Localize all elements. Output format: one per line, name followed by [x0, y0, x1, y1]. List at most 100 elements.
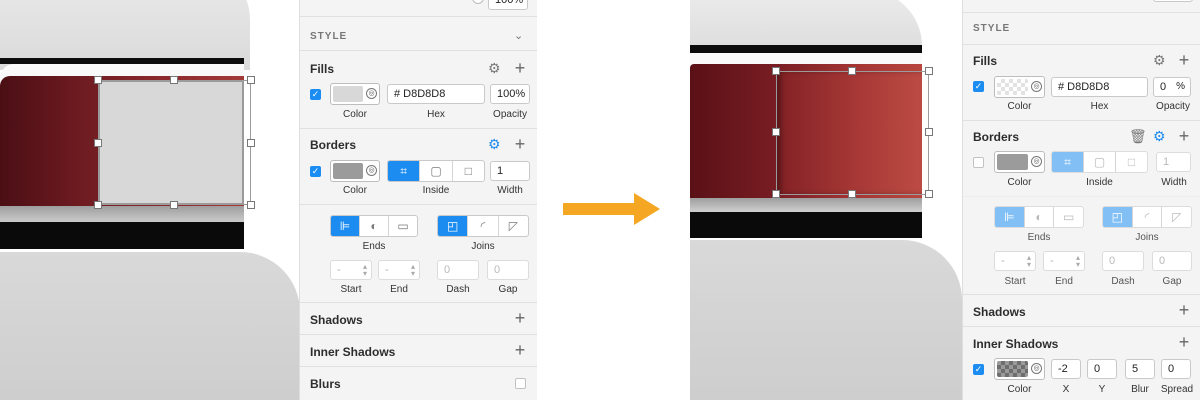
resize-handle[interactable] [925, 67, 933, 75]
blurs-title: Blurs [310, 377, 341, 391]
resize-handle[interactable] [925, 190, 933, 198]
end-round-option[interactable]: ◐ [1025, 207, 1055, 227]
join-miter-option[interactable]: ◰ [1103, 207, 1133, 227]
join-miter-option[interactable]: ◰ [438, 216, 469, 236]
plus-icon[interactable]: + [512, 59, 528, 77]
gap-field[interactable]: 0 [487, 260, 529, 280]
ends-label: Ends [1027, 232, 1051, 243]
fill-opacity-field[interactable]: 100% [490, 84, 530, 104]
color-picker-icon[interactable]: ◎ [1031, 363, 1042, 374]
resize-handle[interactable] [772, 190, 780, 198]
borders-section: Borders ⚙ + ✓ ◎ ⌗ ▢ □ 1 Color Inside Wid… [300, 128, 537, 204]
inner-shadow-spread-field[interactable]: 0 [1161, 359, 1191, 379]
plus-icon[interactable]: + [512, 309, 528, 327]
top-opacity-field[interactable]: 100% [488, 0, 528, 10]
border-outside-option[interactable]: □ [453, 161, 484, 181]
fill-hex-field[interactable]: # D8D8D8 [1051, 77, 1148, 97]
gear-icon[interactable]: ⚙ [1153, 129, 1166, 143]
resize-handle[interactable] [772, 128, 780, 136]
style-header[interactable]: STYLE [963, 12, 1200, 44]
resize-handle[interactable] [94, 139, 102, 147]
fill-enabled-checkbox[interactable]: ✓ [310, 89, 321, 100]
border-width-field[interactable]: 1 [490, 161, 530, 181]
border-width-field[interactable]: 1 [1156, 152, 1191, 172]
dash-field[interactable]: 0 [437, 260, 479, 280]
border-enabled-checkbox[interactable] [973, 157, 984, 168]
end-arrow-select[interactable]: - ▴ ▾ [378, 260, 420, 280]
ends-segmented[interactable]: ⊫ ◐ ▭ [330, 215, 418, 237]
gap-field[interactable]: 0 [1152, 251, 1192, 271]
plus-icon[interactable]: + [1176, 301, 1192, 319]
resize-handle[interactable] [247, 201, 255, 209]
style-header[interactable]: STYLE ⌄ [300, 16, 537, 50]
fill-enabled-checkbox[interactable]: ✓ [973, 81, 984, 92]
trash-icon[interactable]: 🗑 [1129, 129, 1147, 143]
resize-handle[interactable] [848, 190, 856, 198]
inner-shadow-blur-field[interactable]: 5 [1125, 359, 1155, 379]
border-outside-option[interactable]: □ [1116, 152, 1147, 172]
resize-handle[interactable] [772, 67, 780, 75]
end-square-option[interactable]: ▭ [1054, 207, 1083, 227]
end-arrow-select[interactable]: - ▴ ▾ [1043, 251, 1085, 271]
color-picker-icon[interactable]: ◎ [1031, 156, 1042, 167]
fill-color-swatch[interactable]: ◎ [330, 83, 380, 105]
blur-checkbox[interactable] [515, 378, 526, 389]
blurs-section: Blurs [300, 366, 537, 400]
color-picker-icon[interactable]: ◎ [1031, 81, 1042, 92]
join-bevel-option[interactable]: ◸ [1162, 207, 1191, 227]
gear-icon[interactable]: ⚙ [488, 61, 501, 75]
border-center-option[interactable]: ▢ [420, 161, 453, 181]
border-inside-option[interactable]: ⌗ [1052, 152, 1084, 172]
gear-icon[interactable]: ⚙ [488, 137, 501, 151]
inner-shadow-checkbox[interactable]: ✓ [973, 364, 984, 375]
chevron-down-icon[interactable]: ⌄ [514, 29, 523, 42]
join-bevel-option[interactable]: ◸ [499, 216, 528, 236]
resize-handle[interactable] [170, 201, 178, 209]
dash-field[interactable]: 0 [1102, 251, 1144, 271]
joins-segmented[interactable]: ◰ ◜ ◸ [437, 215, 529, 237]
inner-shadow-y-field[interactable]: 0 [1087, 359, 1117, 379]
fill-opacity-label: Opacity [493, 109, 527, 120]
start-arrow-select[interactable]: - ▴ ▾ [330, 260, 372, 280]
plus-icon[interactable]: + [1176, 51, 1192, 69]
fill-opacity-field[interactable]: 0 % [1153, 77, 1191, 97]
gear-icon[interactable]: ⚙ [1153, 53, 1166, 67]
join-round-option[interactable]: ◜ [1133, 207, 1163, 227]
inner-shadow-color-swatch[interactable]: ◎ [994, 358, 1045, 380]
resize-handle[interactable] [94, 76, 102, 84]
resize-handle[interactable] [925, 128, 933, 136]
plus-icon[interactable]: + [512, 135, 528, 153]
top-opacity-field-radio[interactable] [472, 0, 484, 4]
fill-color-swatch[interactable]: ◎ [994, 76, 1045, 98]
border-position-segmented[interactable]: ⌗ ▢ □ [1051, 151, 1148, 173]
border-color-swatch[interactable]: ◎ [330, 160, 380, 182]
resize-handle[interactable] [94, 201, 102, 209]
border-inside-option[interactable]: ⌗ [388, 161, 421, 181]
fill-opacity-unit: % [1176, 81, 1185, 92]
plus-icon[interactable]: + [1176, 127, 1192, 145]
end-butt-option[interactable]: ⊫ [995, 207, 1025, 227]
black-bar-bottom [690, 212, 922, 238]
resize-handle[interactable] [247, 76, 255, 84]
color-picker-icon[interactable]: ◎ [366, 88, 377, 99]
resize-handle[interactable] [247, 139, 255, 147]
end-square-option[interactable]: ▭ [389, 216, 417, 236]
plus-icon[interactable]: + [512, 341, 528, 359]
fill-hex-field[interactable]: # D8D8D8 [387, 84, 485, 104]
end-round-option[interactable]: ◐ [360, 216, 389, 236]
color-picker-icon[interactable]: ◎ [366, 165, 377, 176]
border-color-swatch[interactable]: ◎ [994, 151, 1045, 173]
border-center-option[interactable]: ▢ [1084, 152, 1116, 172]
fill-hex-label: Hex [1090, 101, 1109, 112]
resize-handle[interactable] [170, 76, 178, 84]
plus-icon[interactable]: + [1176, 333, 1192, 351]
ends-segmented[interactable]: ⊫ ◐ ▭ [994, 206, 1084, 228]
end-butt-option[interactable]: ⊫ [331, 216, 360, 236]
resize-handle[interactable] [848, 67, 856, 75]
inner-shadow-x-field[interactable]: -2 [1051, 359, 1081, 379]
start-arrow-select[interactable]: - ▴ ▾ [994, 251, 1036, 271]
border-position-segmented[interactable]: ⌗ ▢ □ [387, 160, 485, 182]
joins-segmented[interactable]: ◰ ◜ ◸ [1102, 206, 1192, 228]
join-round-option[interactable]: ◜ [468, 216, 499, 236]
border-enabled-checkbox[interactable]: ✓ [310, 166, 321, 177]
